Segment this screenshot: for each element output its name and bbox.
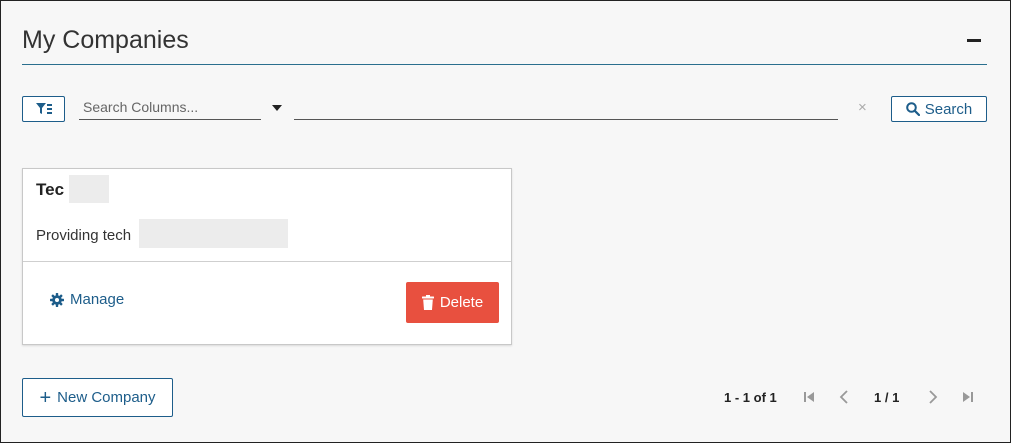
- company-name: Tec: [36, 180, 65, 199]
- search-columns-input[interactable]: [79, 95, 261, 120]
- search-value-input[interactable]: [294, 95, 838, 120]
- company-description: Providing tech: [36, 227, 132, 244]
- companies-panel: My Companies × Search Tec Providing tech: [0, 0, 1011, 443]
- new-company-label: New Company: [57, 389, 156, 406]
- manage-label: Manage: [70, 291, 125, 308]
- filter-list-icon: [35, 103, 52, 114]
- trash-icon: [421, 295, 434, 310]
- first-page-icon: [804, 392, 814, 402]
- last-page-icon: [963, 392, 973, 402]
- next-page-button[interactable]: [923, 387, 943, 407]
- pagination-page: 1 / 1: [874, 390, 900, 405]
- redaction-block: [69, 175, 109, 203]
- search-icon: [905, 102, 920, 116]
- pagination-range: 1 - 1 of 1: [724, 390, 777, 405]
- card-divider: [23, 261, 511, 262]
- caret-down-icon[interactable]: [272, 105, 282, 111]
- company-card: Tec Providing tech Manage Delete: [22, 168, 512, 345]
- collapse-button[interactable]: [967, 39, 981, 42]
- previous-page-button[interactable]: [834, 387, 854, 407]
- gear-icon: [50, 292, 64, 307]
- manage-link[interactable]: Manage: [50, 291, 124, 308]
- chevron-left-icon: [839, 390, 848, 404]
- redaction-block: [139, 219, 288, 248]
- last-page-button[interactable]: [958, 387, 978, 407]
- chevron-right-icon: [929, 390, 938, 404]
- new-company-button[interactable]: + New Company: [22, 378, 173, 417]
- search-button-label: Search: [924, 100, 973, 118]
- search-button[interactable]: Search: [891, 96, 987, 122]
- filter-toggle-button[interactable]: [22, 96, 65, 122]
- plus-icon: +: [39, 386, 52, 409]
- panel-title: My Companies: [22, 26, 189, 54]
- panel-header: My Companies: [22, 19, 987, 65]
- delete-label: Delete: [439, 294, 484, 311]
- delete-button[interactable]: Delete: [406, 282, 499, 323]
- clear-search-icon[interactable]: ×: [858, 99, 867, 116]
- first-page-button[interactable]: [799, 387, 819, 407]
